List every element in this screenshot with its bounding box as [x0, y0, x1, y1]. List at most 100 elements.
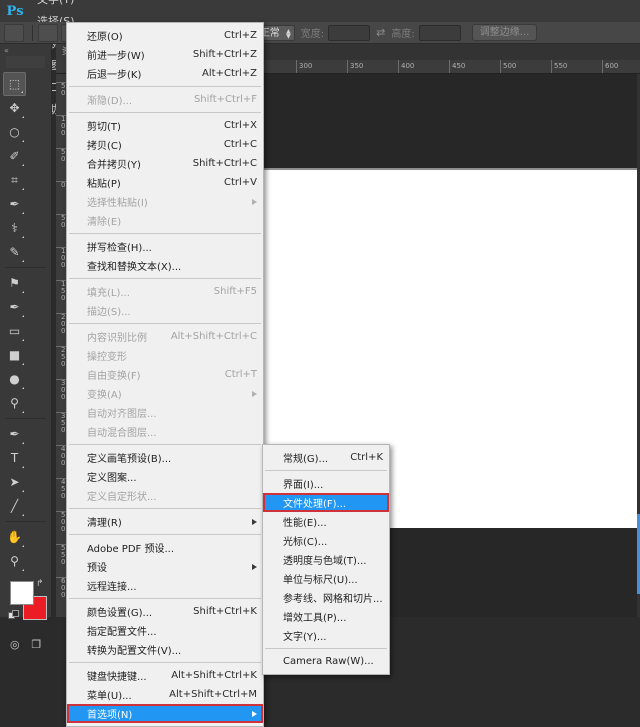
menu-item-row[interactable]: 清理(R) — [67, 512, 263, 531]
menu-item-row[interactable]: 定义图案... — [67, 467, 263, 486]
line-tool[interactable]: ╱ — [3, 494, 26, 518]
swap-dimensions-icon[interactable]: ⇄ — [376, 26, 385, 39]
tool-divider — [5, 418, 46, 419]
clone-stamp-tool[interactable]: ⚑ — [3, 271, 26, 295]
pen-tool[interactable]: ✒ — [3, 422, 26, 446]
menu-item-row[interactable]: 操控变形 — [67, 346, 263, 365]
menu-item-row[interactable]: 单位与标尺(U)... — [263, 569, 389, 588]
menu-separator — [69, 323, 261, 324]
menu-item-row[interactable]: 光标(C)... — [263, 531, 389, 550]
menu-item-row[interactable]: 粘贴(P)Ctrl+V — [67, 173, 263, 192]
menu-item-row[interactable]: 自动混合图层... — [67, 422, 263, 441]
menu-item-row[interactable]: 还原(O)Ctrl+Z — [67, 26, 263, 45]
tool-divider — [5, 267, 46, 268]
menu-item-row[interactable]: 前进一步(W)Shift+Ctrl+Z — [67, 45, 263, 64]
type-icon: T — [11, 451, 18, 465]
menu-item-row[interactable]: 变换(A) — [67, 384, 263, 403]
zoom-tool[interactable]: ⚲ — [3, 549, 26, 573]
menu-item-row[interactable]: 指定配置文件... — [67, 621, 263, 640]
menu-item-row[interactable]: 定义画笔预设(B)... — [67, 448, 263, 467]
tool-flyout-indicator — [22, 569, 24, 571]
tool-divider — [5, 521, 46, 522]
menu-item-label: 单位与标尺(U)... — [283, 571, 383, 586]
dodge-tool[interactable]: ⚲ — [3, 391, 26, 415]
menu-item-row[interactable]: 填充(L)...Shift+F5 — [67, 282, 263, 301]
chevron-right-icon — [252, 519, 257, 525]
menu-bar-item-label: 文字(Y) — [37, 0, 74, 6]
tool-flyout-indicator — [22, 315, 24, 317]
screen-mode-icon[interactable]: ❐ — [26, 635, 46, 653]
menu-item-row[interactable]: Adobe PDF 预设... — [67, 538, 263, 557]
type-tool[interactable]: T — [3, 446, 26, 470]
menu-item-row[interactable]: 内容识别比例Alt+Shift+Ctrl+C — [67, 327, 263, 346]
crop-tool[interactable]: ⌗ — [3, 168, 26, 192]
menu-item-row[interactable]: 菜单(U)...Alt+Shift+Ctrl+M — [67, 685, 263, 704]
menu-item-row[interactable]: 界面(I)... — [263, 474, 389, 493]
menu-item-row[interactable]: 后退一步(K)Alt+Ctrl+Z — [67, 64, 263, 83]
menu-item-row[interactable]: 文字(Y)... — [263, 626, 389, 645]
menu-item-row[interactable]: 首选项(N) — [67, 704, 263, 723]
quick-selection-tool[interactable]: ✐ — [3, 144, 26, 168]
reset-colors-icon[interactable] — [8, 610, 19, 621]
selection-new-icon[interactable] — [38, 24, 58, 42]
path-selection-tool[interactable]: ➤ — [3, 470, 26, 494]
menu-item-row[interactable]: 定义自定形状... — [67, 486, 263, 505]
menu-item-row[interactable]: 常规(G)...Ctrl+K — [263, 448, 389, 467]
history-brush-tool[interactable]: ✒ — [3, 295, 26, 319]
eyedropper-tool[interactable]: ✒ — [3, 192, 26, 216]
ruler-tick-h: 550 — [551, 60, 567, 74]
tool-preset-icon[interactable] — [4, 24, 24, 42]
menu-item-label: 远程连接... — [87, 578, 257, 593]
menu-item-row[interactable]: 自动对齐图层... — [67, 403, 263, 422]
menu-item-label: 光标(C)... — [283, 533, 383, 548]
menu-item-row[interactable]: 查找和替换文本(X)... — [67, 256, 263, 275]
menu-item-shortcut: Alt+Ctrl+Z — [190, 68, 257, 79]
move-tool[interactable]: ✥ — [3, 96, 26, 120]
brush-tool[interactable]: ✎ — [3, 240, 26, 264]
menu-item-row[interactable]: 合并拷贝(Y)Shift+Ctrl+C — [67, 154, 263, 173]
menu-item-row[interactable]: 性能(E)... — [263, 512, 389, 531]
menu-item-row[interactable]: 自由变换(F)Ctrl+T — [67, 365, 263, 384]
quick-mask-icon[interactable]: ◎ — [5, 635, 25, 653]
menu-item-row[interactable]: 剪切(T)Ctrl+X — [67, 116, 263, 135]
menu-item-label: 文件处理(F)... — [283, 495, 383, 510]
lasso-tool[interactable]: ○ — [3, 120, 26, 144]
width-input[interactable] — [328, 25, 370, 41]
menu-item-shortcut: Ctrl+T — [213, 369, 257, 380]
menu-item-row[interactable]: 参考线、网格和切片... — [263, 588, 389, 607]
tool-flyout-indicator — [22, 116, 24, 118]
eraser-tool[interactable]: ▭ — [3, 319, 26, 343]
menu-item-row[interactable]: 远程连接... — [67, 576, 263, 595]
menu-item-label: 界面(I)... — [283, 476, 383, 491]
hand-tool[interactable]: ✋ — [3, 525, 26, 549]
height-input[interactable] — [419, 25, 461, 41]
menu-item-row[interactable]: 键盘快捷键...Alt+Shift+Ctrl+K — [67, 666, 263, 685]
menu-item-row[interactable]: 拷贝(C)Ctrl+C — [67, 135, 263, 154]
menu-item-label: 转换为配置文件(V)... — [87, 642, 257, 657]
blur-tool[interactable]: ● — [3, 367, 26, 391]
refine-edge-button[interactable]: 调整边缘... — [472, 24, 538, 41]
menu-item-row[interactable]: 颜色设置(G)...Shift+Ctrl+K — [67, 602, 263, 621]
menu-item-row[interactable]: 描边(S)... — [67, 301, 263, 320]
menu-item-row[interactable]: 转换为配置文件(V)... — [67, 640, 263, 659]
menu-item-row[interactable]: 拼写检查(H)... — [67, 237, 263, 256]
menu-item-row[interactable]: 渐隐(D)...Shift+Ctrl+F — [67, 90, 263, 109]
crop-icon: ⌗ — [11, 173, 18, 188]
collapse-panel-icon[interactable]: « — [0, 44, 51, 56]
foreground-color-swatch[interactable] — [10, 581, 34, 605]
marquee-tool[interactable]: ⬚ — [3, 72, 26, 96]
tool-flyout-indicator — [22, 291, 24, 293]
menu-item-row[interactable]: 透明度与色域(T)... — [263, 550, 389, 569]
gradient-tool[interactable]: ■ — [3, 343, 26, 367]
menu-bar-item-4[interactable]: 文字(Y) — [30, 0, 85, 11]
menu-item-row[interactable]: 选择性粘贴(I) — [67, 192, 263, 211]
menu-item-label: 透明度与色域(T)... — [283, 552, 383, 567]
menu-item-row[interactable]: 预设 — [67, 557, 263, 576]
swap-colors-icon[interactable]: ↱ — [36, 579, 44, 589]
menu-item-row[interactable]: Camera Raw(W)... — [263, 652, 389, 671]
zoom-icon: ⚲ — [10, 554, 19, 568]
menu-item-row[interactable]: 清除(E) — [67, 211, 263, 230]
spot-healing-tool[interactable]: ⚕ — [3, 216, 26, 240]
menu-item-row[interactable]: 文件处理(F)... — [263, 493, 389, 512]
menu-separator — [69, 534, 261, 535]
